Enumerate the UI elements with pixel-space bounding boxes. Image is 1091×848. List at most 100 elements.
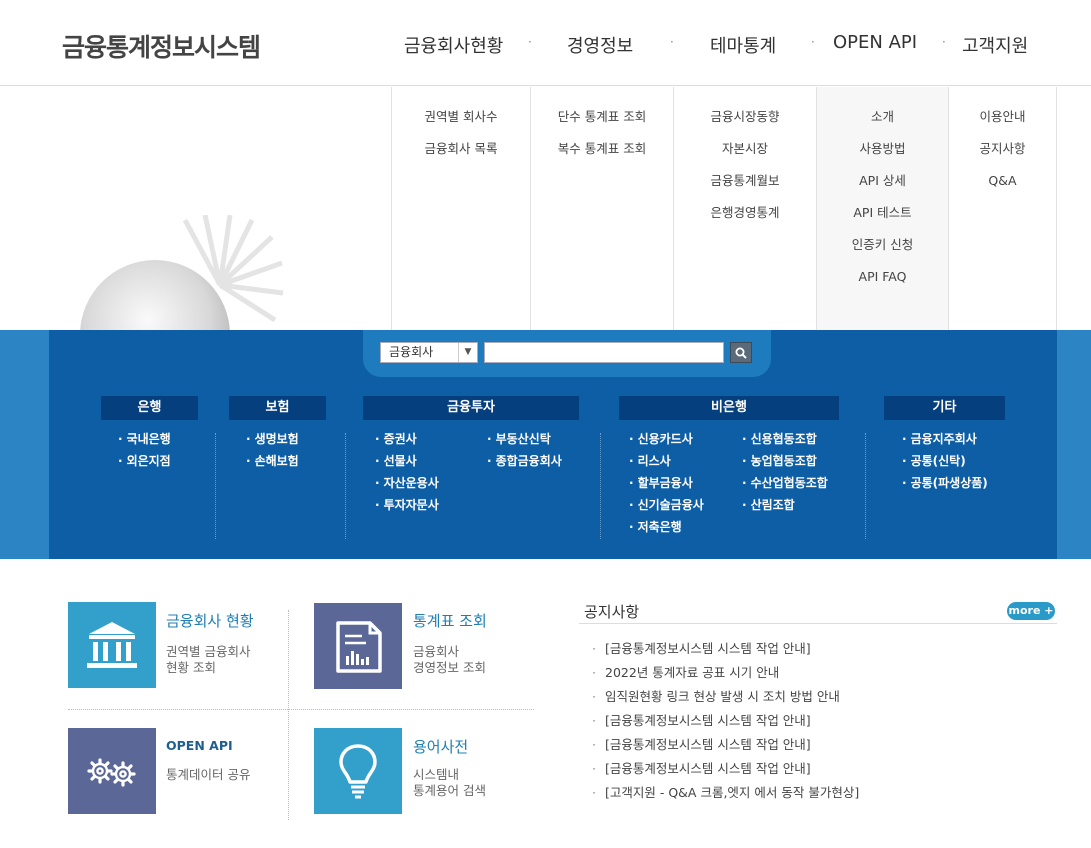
notice-item[interactable]: · 2022년 통계자료 공표 시기 안내	[592, 665, 859, 689]
category-link[interactable]: 손해보험	[246, 453, 299, 475]
notice-list: · [금융통계정보시스템 시스템 작업 안내] · 2022년 통계자료 공표 시기…	[592, 641, 859, 809]
category-link[interactable]: 농업협동조합	[742, 453, 828, 475]
search-input[interactable]	[484, 342, 724, 363]
nav-item-open-api[interactable]: OPEN API	[833, 32, 917, 53]
category-insurance-header[interactable]: 보험	[229, 396, 326, 420]
quick-link-stats-table-desc: 금융회사 경영정보 조회	[413, 644, 486, 676]
notice-item-text[interactable]: [금융통계정보시스템 시스템 작업 안내]	[605, 641, 811, 656]
category-link[interactable]: 산림조합	[742, 497, 828, 519]
nav-separator: ·	[528, 35, 532, 49]
quick-link-open-api-title[interactable]: OPEN API	[166, 738, 233, 753]
menu-item[interactable]: 금융회사 목록	[392, 141, 530, 173]
notice-item-text[interactable]: [금융통계정보시스템 시스템 작업 안내]	[605, 737, 811, 752]
notice-item-text[interactable]: [금융통계정보시스템 시스템 작업 안내]	[605, 761, 811, 776]
desc-line: 통계용어 검색	[413, 783, 486, 798]
menu-item[interactable]: 자본시장	[674, 141, 816, 173]
mega-col-support: 이용안내 공지사항 Q&A	[948, 87, 1057, 330]
category-link[interactable]: 증권사	[375, 431, 439, 453]
mega-col-open-api: 소개 사용방법 API 상세 API 테스트 인증키 신청 API FAQ	[816, 87, 948, 330]
category-link[interactable]: 외은지점	[118, 453, 171, 475]
category-link[interactable]: 종합금융회사	[487, 453, 562, 475]
menu-item[interactable]: 공지사항	[949, 141, 1056, 173]
quick-link-stats-table-title[interactable]: 통계표 조회	[413, 610, 487, 631]
menu-item[interactable]: 소개	[817, 109, 948, 141]
category-link[interactable]: 공통(신탁)	[902, 453, 988, 475]
notice-item-text[interactable]: 임직원현황 링크 현상 발생 시 조치 방법 안내	[605, 689, 840, 704]
menu-item[interactable]: API FAQ	[817, 269, 948, 301]
document-chart-icon	[336, 621, 382, 673]
quick-link-institutions-title[interactable]: 금융회사 현황	[166, 610, 254, 631]
category-investment-header[interactable]: 금융투자	[363, 396, 579, 420]
category-link[interactable]: 부동산신탁	[487, 431, 562, 453]
quick-link-stats-table[interactable]	[314, 603, 402, 689]
nav-item-theme-stats[interactable]: 테마통계	[710, 32, 776, 58]
category-link[interactable]: 금융지주회사	[902, 431, 988, 453]
menu-item[interactable]: 이용안내	[949, 109, 1056, 141]
divider	[345, 433, 346, 539]
nav-item-support[interactable]: 고객지원	[962, 32, 1028, 58]
quick-link-open-api[interactable]	[68, 728, 156, 814]
category-band: 금융회사 ▼ 은행 보험 금융투자 비은행 기타 국내은행 외은지점 생명보험 …	[0, 330, 1091, 559]
magnifier-icon	[735, 347, 747, 359]
desc-line: 경영정보 조회	[413, 660, 486, 675]
menu-item[interactable]: 사용방법	[817, 141, 948, 173]
category-link[interactable]: 생명보험	[246, 431, 299, 453]
category-bank-header[interactable]: 은행	[101, 396, 198, 420]
menu-item[interactable]: 금융통계월보	[674, 173, 816, 205]
menu-item[interactable]: 권역별 회사수	[392, 109, 530, 141]
category-link[interactable]: 리스사	[629, 453, 704, 475]
bullet: ·	[592, 641, 596, 656]
category-link[interactable]: 수산업협동조합	[742, 475, 828, 497]
notice-item[interactable]: · [금융통계정보시스템 시스템 작업 안내]	[592, 713, 859, 737]
category-link[interactable]: 공통(파생상품)	[902, 475, 988, 497]
search-bar: 금융회사 ▼	[363, 330, 771, 377]
nav-item-institutions[interactable]: 금융회사현황	[404, 32, 503, 58]
category-nonbank-header[interactable]: 비은행	[619, 396, 839, 420]
desc-line: 현황 조회	[166, 660, 216, 675]
category-link[interactable]: 투자자문사	[375, 497, 439, 519]
menu-item[interactable]: 복수 통계표 조회	[531, 141, 673, 173]
category-link[interactable]: 신용협동조합	[742, 431, 828, 453]
divider	[579, 623, 1057, 624]
category-link[interactable]: 저축은행	[629, 519, 704, 541]
menu-item[interactable]: 인증키 신청	[817, 237, 948, 269]
menu-item[interactable]: API 상세	[817, 173, 948, 205]
notice-item[interactable]: · [금융통계정보시스템 시스템 작업 안내]	[592, 737, 859, 761]
menu-item[interactable]: 은행경영통계	[674, 205, 816, 237]
notice-more-button[interactable]: more +	[1007, 602, 1055, 620]
notice-item[interactable]: · [금융통계정보시스템 시스템 작업 안내]	[592, 761, 859, 785]
notice-item[interactable]: · [금융통계정보시스템 시스템 작업 안내]	[592, 641, 859, 665]
chevron-down-icon[interactable]: ▼	[458, 343, 477, 362]
category-link[interactable]: 할부금융사	[629, 475, 704, 497]
menu-item[interactable]: 단수 통계표 조회	[531, 109, 673, 141]
quick-link-institutions[interactable]	[68, 602, 156, 688]
category-link[interactable]: 신기술금융사	[629, 497, 704, 519]
quick-link-glossary-title[interactable]: 용어사전	[413, 736, 468, 757]
category-link[interactable]: 자산운용사	[375, 475, 439, 497]
divider	[288, 610, 289, 820]
notice-item-text[interactable]: 2022년 통계자료 공표 시기 안내	[605, 665, 779, 680]
divider	[68, 709, 534, 710]
menu-item[interactable]: Q&A	[949, 173, 1056, 205]
category-link[interactable]: 선물사	[375, 453, 439, 475]
search-button[interactable]	[730, 342, 752, 363]
category-nonbank-list-2: 신용협동조합 농업협동조합 수산업협동조합 산림조합	[742, 431, 828, 519]
quick-link-institutions-desc: 권역별 금융회사 현황 조회	[166, 644, 250, 676]
nav-item-management-info[interactable]: 경영정보	[567, 32, 633, 58]
divider	[215, 433, 216, 539]
menu-item[interactable]: 금융시장동향	[674, 109, 816, 141]
notice-item[interactable]: · 임직원현황 링크 현상 발생 시 조치 방법 안내	[592, 689, 859, 713]
category-link[interactable]: 신용카드사	[629, 431, 704, 453]
category-etc-header[interactable]: 기타	[884, 396, 1005, 420]
global-nav: 금융회사현황 · 경영정보 · 테마통계 · OPEN API · 고객지원	[390, 0, 1070, 86]
menu-item[interactable]: API 테스트	[817, 205, 948, 237]
notice-item[interactable]: · [고객지원 - Q&A 크롬,엣지 에서 동작 불가현상]	[592, 785, 859, 809]
search-category-select[interactable]: 금융회사 ▼	[380, 342, 478, 363]
category-link[interactable]: 국내은행	[118, 431, 171, 453]
site-logo[interactable]: 금융통계정보시스템	[62, 28, 261, 64]
notice-item-text[interactable]: [금융통계정보시스템 시스템 작업 안내]	[605, 713, 811, 728]
notice-item-text[interactable]: [고객지원 - Q&A 크롬,엣지 에서 동작 불가현상]	[605, 785, 859, 800]
nav-separator: ·	[670, 35, 674, 49]
quick-link-glossary[interactable]	[314, 728, 402, 814]
bullet: ·	[592, 761, 596, 776]
